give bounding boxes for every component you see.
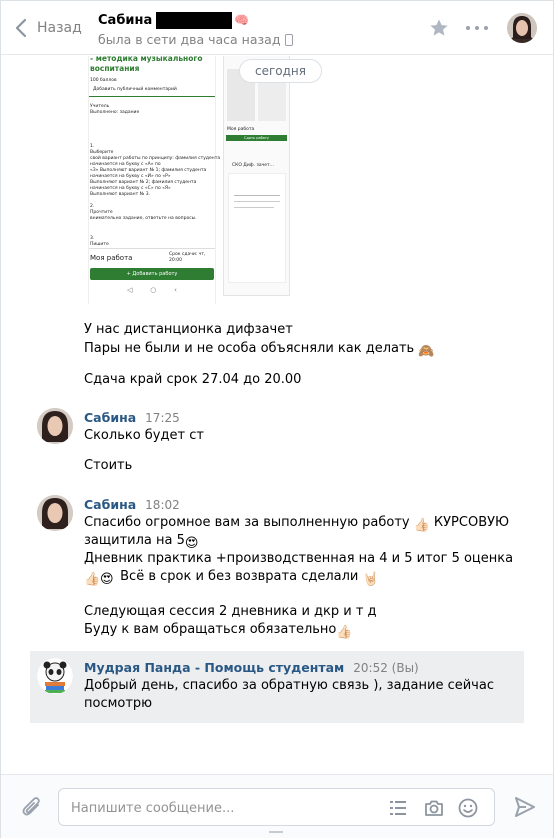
- peer-info[interactable]: Сабина 🧠 была в сети два часа назад: [98, 10, 294, 47]
- camera-icon[interactable]: [423, 797, 445, 819]
- heart-eyes-icon: 😍: [100, 572, 114, 587]
- peer-status: была в сети два часа назад: [98, 32, 281, 47]
- message-text: Стоить: [84, 458, 133, 473]
- author-name[interactable]: Мудрая Панда - Помощь студентам: [84, 660, 344, 675]
- message-header: Сабина 18:02: [84, 497, 180, 512]
- message-text: Сколько будет ст: [84, 428, 204, 443]
- chat-window: Назад Сабина 🧠 была в сети два часа наза…: [0, 0, 554, 838]
- paperclip-icon[interactable]: [21, 795, 43, 819]
- see-no-evil-monkey-icon: 🙈: [418, 344, 435, 359]
- message-header: Мудрая Панда - Помощь студентам 20:52 (В…: [84, 660, 419, 675]
- message-input[interactable]: [71, 798, 371, 818]
- message-time[interactable]: 18:02: [145, 498, 180, 512]
- redaction-bar: [156, 11, 233, 29]
- message-text: Дневник практика +производственная на 4 …: [84, 551, 514, 566]
- message-text: Пары не были и не особа объясняли как де…: [84, 341, 435, 359]
- message-time[interactable]: 17:25: [145, 411, 180, 425]
- message-composer: [1, 774, 553, 838]
- author-name[interactable]: Сабина: [84, 497, 136, 512]
- sender-avatar[interactable]: [37, 408, 73, 444]
- smile-icon[interactable]: [457, 797, 479, 819]
- message-text: 👍🏻😍 Всё в срок и без возврата сделали 🤘🏻: [84, 569, 379, 587]
- message-list[interactable]: - методика музыкального воспитания 100 б…: [1, 56, 553, 774]
- attachment-image-2[interactable]: Моя работа Сдать работу СКО Диф. зачет..…: [223, 56, 290, 296]
- message-text: Следующая сессия 2 дневника и дкр и т д: [84, 604, 377, 619]
- date-divider: сегодня: [239, 59, 322, 83]
- thumbs-up-icon: 👍🏻: [336, 625, 353, 640]
- message-time[interactable]: 20:52 (Вы): [353, 661, 419, 675]
- message-text: Сдача край срок 27.04 до 20.00: [84, 372, 302, 387]
- star-icon[interactable]: [429, 18, 449, 38]
- attachment-image-1[interactable]: - методика музыкального воспитания 100 б…: [88, 56, 220, 304]
- rock-on-icon: 🤘🏻: [362, 572, 379, 587]
- author-name[interactable]: Сабина: [84, 410, 136, 425]
- message-input-box[interactable]: [58, 788, 495, 826]
- message-text: Буду к вам обращаться обязательно👍🏻: [84, 622, 353, 640]
- thumbs-up-icon: 👍🏻: [84, 572, 101, 587]
- message-text: защитила на 5😍: [84, 532, 201, 551]
- message-text: У нас дистанционка дифзачет: [84, 322, 293, 337]
- message-header: Сабина 17:25: [84, 410, 180, 425]
- phone-icon: [285, 33, 294, 46]
- peer-avatar[interactable]: [507, 13, 537, 43]
- send-icon[interactable]: [513, 795, 537, 819]
- template-list-icon[interactable]: [387, 797, 409, 819]
- brain-emoji-icon: 🧠: [234, 13, 250, 27]
- back-chevron-icon: [15, 18, 27, 38]
- more-icon[interactable]: [466, 19, 488, 37]
- message-text: Спасибо огромное вам за выполненную рабо…: [84, 515, 510, 533]
- back-button[interactable]: Назад: [15, 15, 82, 41]
- thumbs-up-icon: 👍🏻: [413, 518, 430, 533]
- peer-name: Сабина: [98, 12, 153, 28]
- sender-avatar[interactable]: [37, 495, 73, 531]
- resize-handle[interactable]: [269, 831, 283, 833]
- heart-eyes-icon: 😍: [184, 536, 199, 551]
- message-text: Добрый день, спасибо за обратную связь )…: [84, 678, 494, 693]
- sender-avatar[interactable]: [37, 658, 73, 694]
- chat-header: Назад Сабина 🧠 была в сети два часа наза…: [1, 1, 553, 55]
- back-label: Назад: [37, 20, 82, 36]
- attachment-title: - методика музыкального воспитания: [90, 56, 203, 73]
- message-text: посмотрю: [84, 696, 153, 711]
